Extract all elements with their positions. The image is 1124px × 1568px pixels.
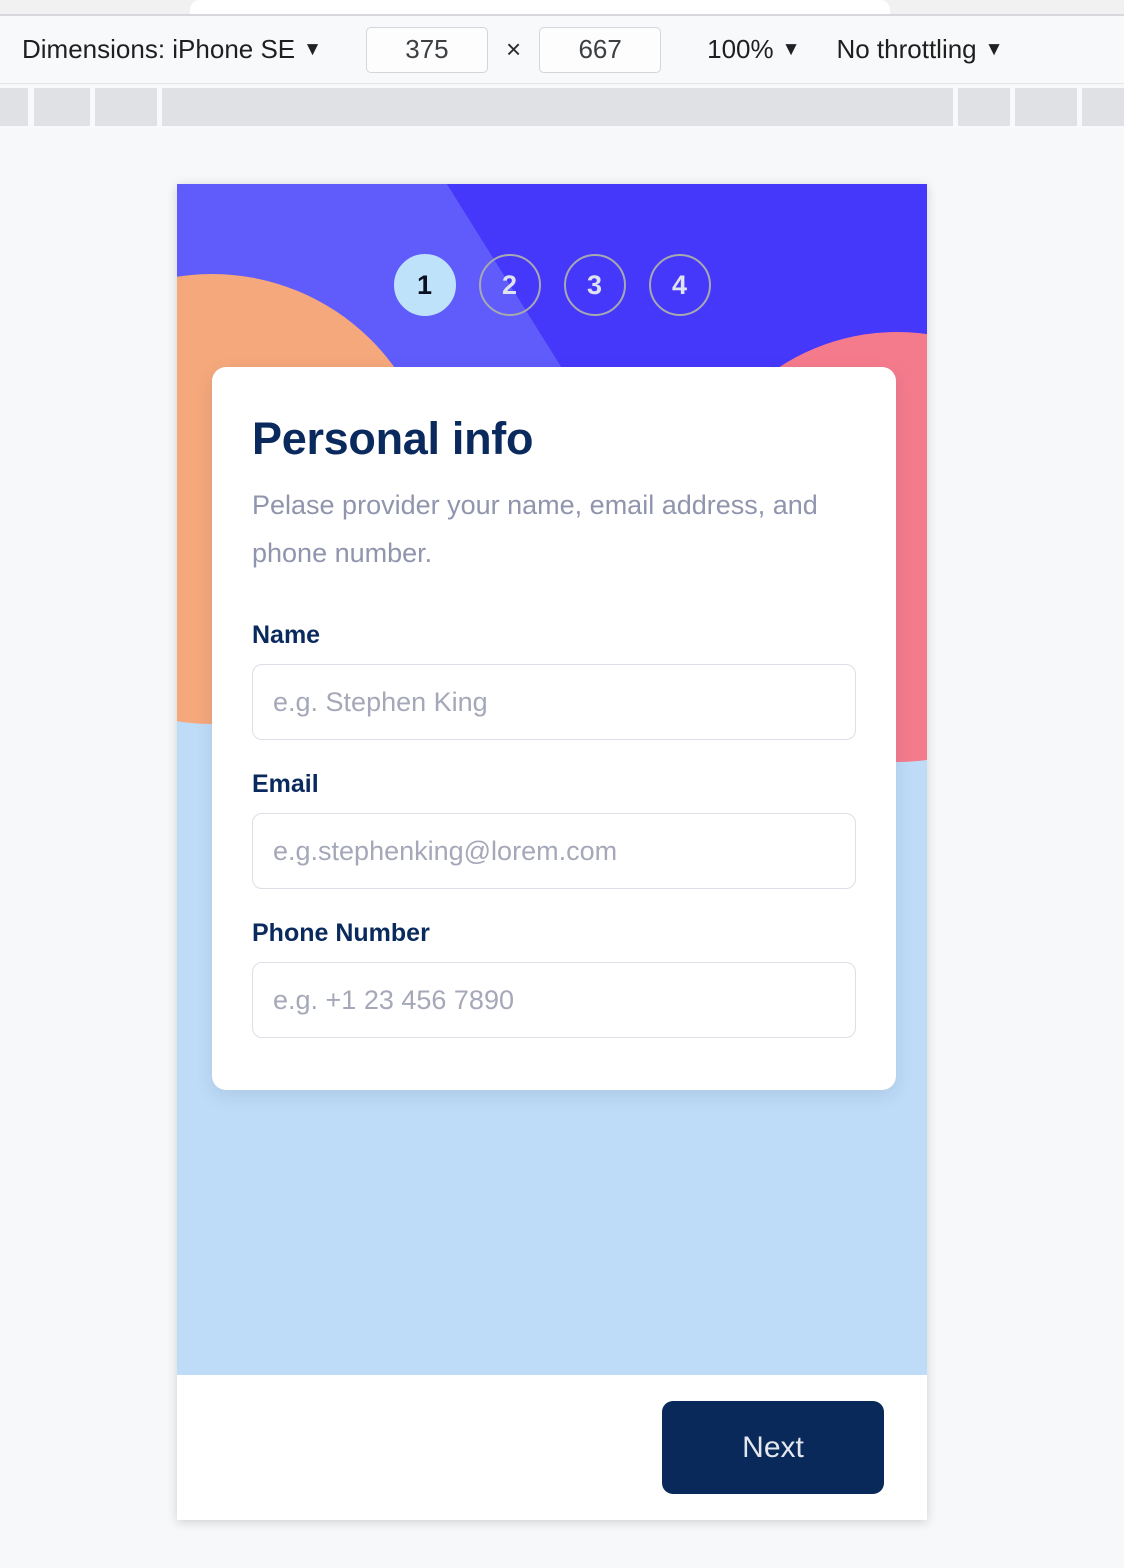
viewport-height-input[interactable]: [539, 26, 662, 73]
dimension-separator: ×: [505, 34, 522, 64]
ruler-segment: [958, 88, 1010, 126]
next-button[interactable]: Next: [662, 1401, 884, 1494]
form-card: Personal info Pelase provider your name,…: [212, 367, 896, 1091]
device-viewport: 1 2 3 4 Personal info Pelase provider yo…: [177, 184, 927, 1520]
ruler-segment: [162, 88, 953, 126]
field-name: Name: [252, 621, 856, 741]
page-title: Personal info: [252, 413, 534, 464]
field-email: Email: [252, 770, 856, 890]
device-preset-label: Dimensions: iPhone SE: [22, 34, 296, 64]
chevron-down-icon: ▼: [984, 39, 1004, 60]
ruler-segment: [1082, 88, 1124, 126]
chevron-down-icon: ▼: [303, 39, 322, 60]
device-toolbar: Dimensions: iPhone SE ▼ × 100% ▼ No thro…: [0, 16, 1124, 84]
ruler-segment: [95, 88, 157, 126]
browser-tab[interactable]: [190, 0, 890, 14]
ruler-segment: [1015, 88, 1077, 126]
name-input[interactable]: [252, 664, 856, 741]
email-input[interactable]: [252, 813, 856, 890]
step-indicator-1[interactable]: 1: [393, 254, 456, 316]
step-indicator-4[interactable]: 4: [648, 254, 711, 316]
network-throttling-label: No throttling: [836, 34, 977, 64]
zoom-level-dropdown[interactable]: 100% ▼: [707, 34, 800, 65]
step-number: 2: [501, 269, 518, 300]
viewport-ruler: [0, 86, 1124, 128]
step-indicator: 1 2 3 4: [177, 254, 927, 316]
network-throttling-dropdown[interactable]: No throttling ▼: [836, 34, 1003, 65]
page-subtitle: Pelase provider your name, email address…: [252, 490, 818, 569]
device-preset-dropdown[interactable]: Dimensions: iPhone SE ▼: [22, 34, 322, 65]
phone-number-input[interactable]: [252, 962, 856, 1039]
step-number: 1: [416, 269, 433, 300]
zoom-level-label: 100%: [707, 34, 774, 64]
form-action-bar: Next: [177, 1375, 927, 1520]
step-indicator-3[interactable]: 3: [563, 254, 626, 316]
browser-tab-strip: [0, 0, 1124, 14]
viewport-width-input[interactable]: [365, 26, 488, 73]
field-label-name: Name: [252, 621, 321, 650]
step-number: 3: [586, 269, 603, 300]
field-label-phone-number: Phone Number: [252, 919, 430, 948]
field-label-email: Email: [252, 770, 319, 799]
ruler-segment: [0, 88, 28, 126]
chevron-down-icon: ▼: [781, 39, 801, 60]
step-number: 4: [671, 269, 688, 300]
step-indicator-2[interactable]: 2: [478, 254, 541, 316]
ruler-segment: [34, 88, 90, 126]
field-phone-number: Phone Number: [252, 919, 856, 1039]
